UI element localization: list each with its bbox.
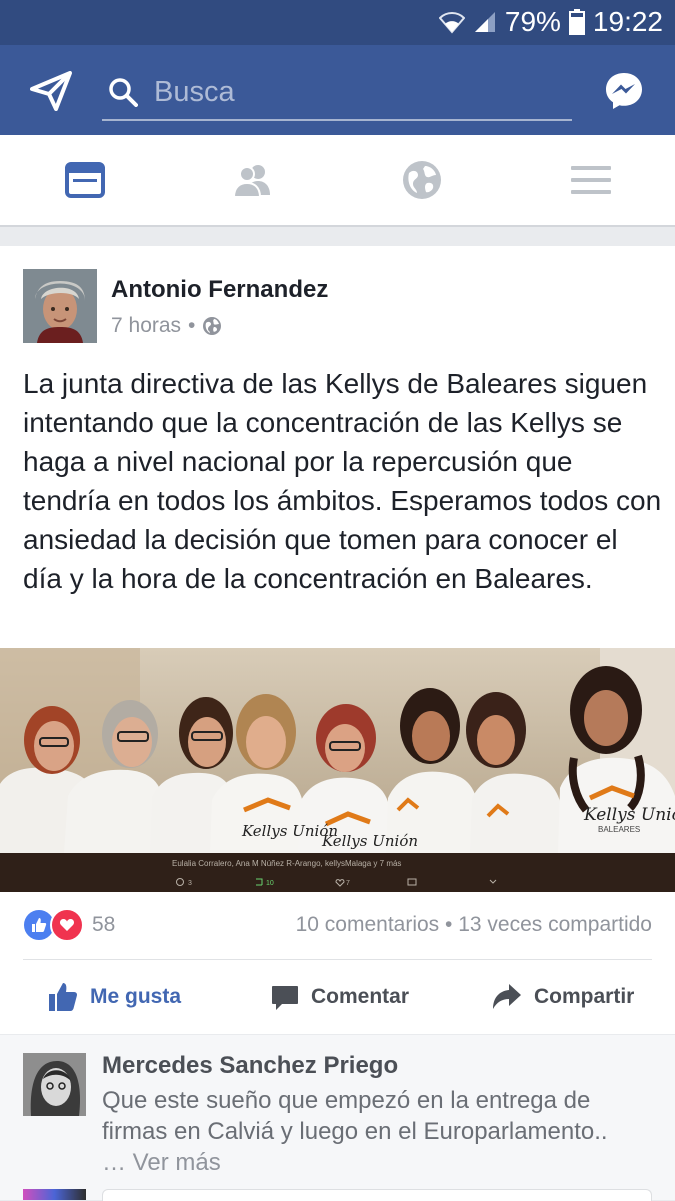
comment-label: Comentar: [311, 985, 410, 1008]
search-input[interactable]: [152, 71, 556, 113]
see-more-link[interactable]: Ver más: [133, 1149, 221, 1176]
tab-menu-icon[interactable]: [568, 157, 614, 203]
post-meta: 7 horas •: [111, 314, 222, 338]
like-label: Me gusta: [90, 985, 182, 1008]
clock-time: 19:22: [592, 6, 663, 37]
next-comment-bubble: [102, 1189, 652, 1201]
search-icon: [109, 78, 138, 107]
tab-friends-icon[interactable]: [230, 157, 276, 203]
battery-level: 79%: [504, 6, 561, 37]
counts-separator: •: [445, 913, 453, 936]
comment-text: Que este sueño que empezó en la entrega …: [102, 1087, 608, 1145]
feed-post: Antonio Fernandez 7 horas • La junta dir…: [0, 246, 675, 1034]
meta-separator: •: [188, 314, 196, 337]
wifi-icon: [438, 12, 465, 34]
next-comment-avatar[interactable]: [23, 1189, 86, 1200]
group-photo: Kellys Unión Kellys Unión Kellys Unión B…: [0, 648, 675, 892]
see-more-ellipsis: …: [102, 1149, 126, 1176]
send-icon[interactable]: [30, 71, 72, 111]
shirt-text-3: Kellys Unión: [583, 805, 675, 825]
post-author-name[interactable]: Antonio Fernandez: [111, 276, 328, 304]
commenter-avatar[interactable]: [23, 1053, 86, 1116]
comment-section: Mercedes Sanchez Priego Que este sueño q…: [0, 1035, 675, 1201]
thumbs-up-icon: [49, 983, 78, 1011]
shirt-text-2: Kellys Unión: [321, 832, 418, 850]
avatar-photo: [23, 269, 97, 343]
author-avatar[interactable]: [23, 269, 97, 343]
photo-stat-replies: 3: [188, 880, 192, 887]
photo-stat-retweets: 10: [266, 880, 274, 887]
messenger-icon[interactable]: [604, 71, 644, 111]
commenter-name[interactable]: Mercedes Sanchez Priego: [102, 1052, 398, 1080]
share-button[interactable]: Compartir: [492, 962, 634, 1032]
shares-count[interactable]: 13 veces compartido: [458, 913, 652, 936]
shirt-subtext: BALEARES: [598, 825, 640, 834]
comment-icon: [272, 986, 298, 1010]
engagement-counts[interactable]: 10 comentarios • 13 veces compartido: [296, 913, 652, 937]
commenter-avatar-image: [23, 1053, 86, 1116]
like-button[interactable]: Me gusta: [48, 962, 181, 1032]
tab-news-feed-icon[interactable]: [62, 157, 108, 203]
comment-button[interactable]: Comentar: [271, 962, 409, 1032]
photo-caption: Eulalia Corralero, Ana M Núñez R-Arango,…: [172, 859, 401, 868]
post-timestamp[interactable]: 7 horas: [111, 314, 181, 338]
love-reaction-icon: [50, 908, 84, 942]
reaction-summary[interactable]: 58: [22, 908, 115, 942]
app-bar: [0, 45, 675, 135]
search-bar[interactable]: [102, 67, 572, 121]
comment-see-more[interactable]: … Ver más: [102, 1149, 221, 1177]
comments-count[interactable]: 10 comentarios: [296, 913, 440, 936]
tab-globe-icon[interactable]: [399, 157, 445, 203]
share-label: Compartir: [534, 985, 635, 1008]
divider: [23, 959, 652, 960]
share-arrow-icon: [493, 984, 521, 1009]
photo-stat-likes: 7: [346, 880, 350, 887]
reaction-count: 58: [92, 913, 116, 936]
status-bar: 79% 19:22: [0, 0, 675, 45]
tab-bar: [0, 135, 675, 227]
battery-icon: [568, 9, 585, 35]
signal-icon: [474, 12, 495, 32]
post-text: La junta directiva de las Kellys de Bale…: [23, 368, 662, 594]
globe-icon: [203, 317, 222, 335]
post-photo[interactable]: Kellys Unión Kellys Unión Kellys Unión B…: [0, 648, 675, 892]
